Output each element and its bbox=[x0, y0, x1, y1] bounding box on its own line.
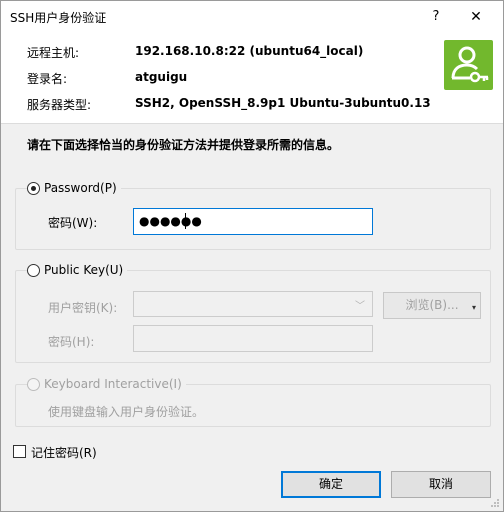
password-radio[interactable] bbox=[27, 181, 40, 195]
keyboard-interactive-label: Keyboard Interactive(I) bbox=[44, 377, 182, 391]
password-field-label: 密码(W): bbox=[48, 216, 98, 230]
browse-button-label: 浏览(B)... bbox=[405, 298, 459, 312]
passphrase-input[interactable] bbox=[133, 325, 373, 352]
host-value: 192.168.10.8:22 (ubuntu64_local) bbox=[135, 44, 364, 58]
keyboard-interactive-option[interactable]: Keyboard Interactive(I) bbox=[27, 377, 186, 391]
login-label: 登录名: bbox=[27, 72, 68, 86]
resize-grip-icon[interactable] bbox=[490, 498, 500, 508]
title-bar[interactable]: SSH用户身份验证 ? ✕ bbox=[1, 1, 503, 32]
public-key-radio[interactable] bbox=[27, 263, 40, 277]
dropdown-arrow-icon: ▾ bbox=[471, 303, 476, 312]
browse-button[interactable]: 浏览(B)... ▾ bbox=[383, 292, 481, 319]
ssh-auth-dialog: SSH用户身份验证 ? ✕ 远程主机: 192.168.10.8:22 (ubu… bbox=[0, 0, 504, 512]
server-type-label: 服务器类型: bbox=[27, 98, 92, 112]
password-input[interactable]: ●●●●●● bbox=[133, 208, 373, 235]
cancel-button[interactable]: 取消 bbox=[391, 471, 491, 498]
ok-button[interactable]: 确定 bbox=[281, 471, 381, 498]
instruction-text: 请在下面选择恰当的身份验证方法并提供登录所需的信息。 bbox=[27, 138, 340, 152]
user-key-select[interactable]: ﹀ bbox=[133, 291, 373, 317]
public-key-option-label: Public Key(U) bbox=[44, 263, 124, 277]
password-mask: ●●●●●● bbox=[139, 214, 202, 228]
public-key-option[interactable]: Public Key(U) bbox=[27, 263, 128, 277]
host-label: 远程主机: bbox=[27, 46, 80, 60]
connection-info: 远程主机: 192.168.10.8:22 (ubuntu64_local) 登… bbox=[1, 32, 503, 124]
remember-password-label[interactable]: 记住密码(R) bbox=[31, 444, 97, 461]
chevron-down-icon: ﹀ bbox=[355, 301, 365, 312]
text-caret bbox=[185, 213, 186, 229]
passphrase-label: 密码(H): bbox=[48, 335, 95, 349]
window-title: SSH用户身份验证 bbox=[10, 11, 107, 25]
user-key-icon bbox=[444, 40, 493, 90]
login-value: atguigu bbox=[135, 70, 188, 84]
user-key-label: 用户密钥(K): bbox=[48, 301, 118, 315]
password-option[interactable]: Password(P) bbox=[27, 181, 121, 195]
close-button[interactable]: ✕ bbox=[461, 5, 491, 29]
keyboard-interactive-radio[interactable] bbox=[27, 377, 40, 391]
password-option-label: Password(P) bbox=[44, 181, 117, 195]
help-button[interactable]: ? bbox=[421, 5, 451, 29]
server-type-value: SSH2, OpenSSH_8.9p1 Ubuntu-3ubuntu0.13 bbox=[135, 96, 431, 110]
remember-password-checkbox[interactable] bbox=[13, 445, 26, 458]
keyboard-interactive-description: 使用键盘输入用户身份验证。 bbox=[48, 405, 205, 419]
